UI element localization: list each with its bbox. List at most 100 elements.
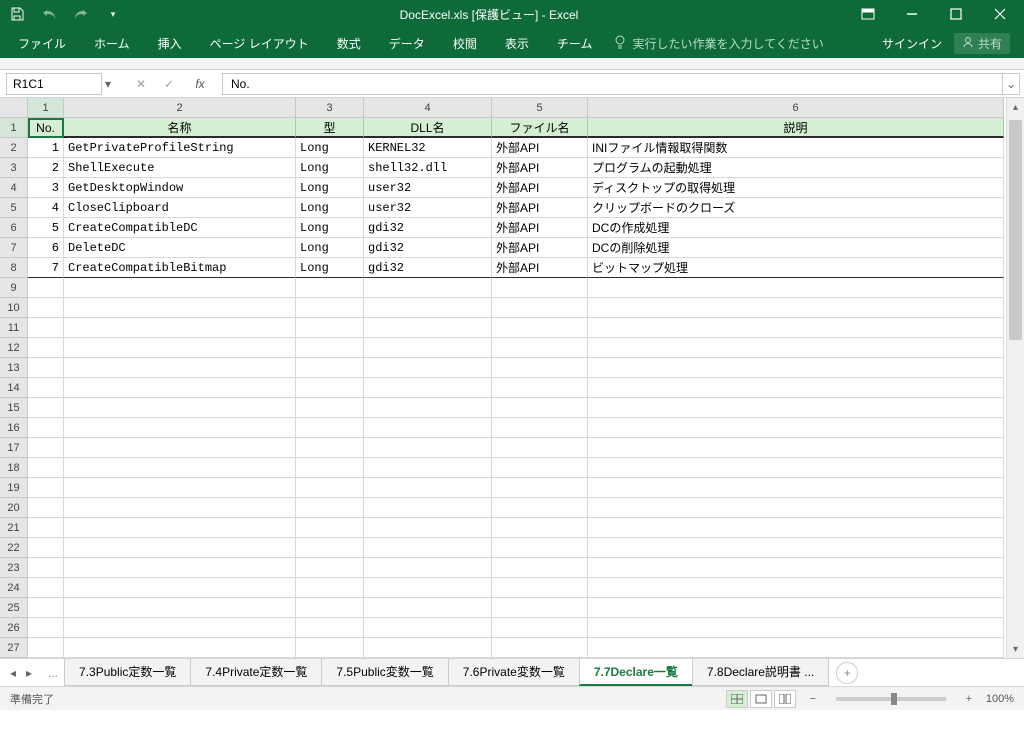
sheet-tab[interactable]: 7.6Private変数一覧 xyxy=(448,659,580,686)
cell[interactable] xyxy=(492,638,588,658)
cell[interactable] xyxy=(492,358,588,378)
cell[interactable]: DLL名 xyxy=(364,118,492,138)
cell[interactable] xyxy=(492,418,588,438)
cell[interactable]: KERNEL32 xyxy=(364,138,492,158)
sheet-nav-prev-icon[interactable]: ◂ xyxy=(6,666,20,680)
cell[interactable] xyxy=(588,538,1004,558)
cell[interactable]: ファイル名 xyxy=(492,118,588,138)
cell[interactable] xyxy=(64,378,296,398)
cell[interactable] xyxy=(364,358,492,378)
cell[interactable]: 4 xyxy=(28,198,64,218)
vertical-scrollbar[interactable]: ▴ ▾ xyxy=(1006,98,1024,658)
cell[interactable] xyxy=(28,338,64,358)
cell[interactable]: INIファイル情報取得関数 xyxy=(588,138,1004,158)
cell[interactable]: Long xyxy=(296,138,364,158)
cell[interactable] xyxy=(364,418,492,438)
cell[interactable]: Long xyxy=(296,218,364,238)
cell[interactable]: CreateCompatibleDC xyxy=(64,218,296,238)
cell[interactable]: 外部API xyxy=(492,178,588,198)
cell[interactable]: 1 xyxy=(28,138,64,158)
cell[interactable] xyxy=(364,478,492,498)
qat-customize-icon[interactable]: ▾ xyxy=(104,5,122,23)
cell[interactable] xyxy=(588,638,1004,658)
cell[interactable]: shell32.dll xyxy=(364,158,492,178)
name-box-dropdown-icon[interactable]: ▾ xyxy=(102,77,114,91)
row-header[interactable]: 4 xyxy=(0,178,28,198)
cell[interactable] xyxy=(588,558,1004,578)
cell[interactable] xyxy=(28,578,64,598)
row-header[interactable]: 5 xyxy=(0,198,28,218)
cell[interactable]: 3 xyxy=(28,178,64,198)
ribbon-tab-数式[interactable]: 数式 xyxy=(323,28,375,58)
cell[interactable] xyxy=(364,558,492,578)
cell[interactable] xyxy=(28,278,64,298)
cell[interactable] xyxy=(588,498,1004,518)
cell[interactable] xyxy=(28,598,64,618)
cell[interactable] xyxy=(588,578,1004,598)
cell[interactable] xyxy=(364,278,492,298)
sheet-overflow-indicator[interactable]: ... xyxy=(42,666,64,680)
add-sheet-button[interactable]: + xyxy=(836,662,858,684)
cell[interactable]: CreateCompatibleBitmap xyxy=(64,258,296,278)
cell[interactable]: 外部API xyxy=(492,218,588,238)
cell[interactable] xyxy=(64,618,296,638)
row-header[interactable]: 6 xyxy=(0,218,28,238)
cell[interactable]: クリップボードのクローズ xyxy=(588,198,1004,218)
cell[interactable]: 外部API xyxy=(492,158,588,178)
cell[interactable]: ビットマップ処理 xyxy=(588,258,1004,278)
cell[interactable]: Long xyxy=(296,258,364,278)
row-header[interactable]: 25 xyxy=(0,598,28,618)
row-header[interactable]: 13 xyxy=(0,358,28,378)
cell[interactable]: 6 xyxy=(28,238,64,258)
cell[interactable] xyxy=(296,618,364,638)
ribbon-tab-挿入[interactable]: 挿入 xyxy=(144,28,196,58)
cell[interactable] xyxy=(492,398,588,418)
cell[interactable]: CloseClipboard xyxy=(64,198,296,218)
cell[interactable] xyxy=(588,278,1004,298)
cell[interactable] xyxy=(28,438,64,458)
zoom-in-button[interactable]: + xyxy=(962,693,976,705)
cell[interactable]: 5 xyxy=(28,218,64,238)
cell[interactable] xyxy=(296,378,364,398)
share-button[interactable]: 共有 xyxy=(954,33,1010,54)
ribbon-tab-ホーム[interactable]: ホーム xyxy=(80,28,144,58)
cell[interactable] xyxy=(64,458,296,478)
cell[interactable] xyxy=(64,638,296,658)
cell[interactable] xyxy=(364,458,492,478)
redo-icon[interactable] xyxy=(72,5,90,23)
row-header[interactable]: 22 xyxy=(0,538,28,558)
cell[interactable] xyxy=(296,418,364,438)
row-header[interactable]: 23 xyxy=(0,558,28,578)
fx-icon[interactable]: fx xyxy=(188,77,212,91)
cell[interactable] xyxy=(492,378,588,398)
row-header[interactable]: 10 xyxy=(0,298,28,318)
scroll-up-icon[interactable]: ▴ xyxy=(1007,98,1024,116)
cell[interactable] xyxy=(588,398,1004,418)
cell[interactable] xyxy=(28,378,64,398)
cell[interactable] xyxy=(64,558,296,578)
cell[interactable] xyxy=(364,598,492,618)
column-header[interactable]: 6 xyxy=(588,98,1004,118)
cancel-formula-icon[interactable]: ✕ xyxy=(132,77,150,91)
cell[interactable] xyxy=(492,498,588,518)
close-button[interactable] xyxy=(980,3,1020,25)
cell[interactable] xyxy=(296,458,364,478)
cell[interactable] xyxy=(364,618,492,638)
formula-input[interactable]: No. xyxy=(222,73,1002,95)
signin-link[interactable]: サインイン xyxy=(882,35,942,52)
ribbon-tab-データ[interactable]: データ xyxy=(375,28,439,58)
cell[interactable] xyxy=(64,498,296,518)
cell[interactable] xyxy=(64,278,296,298)
sheet-tab[interactable]: 7.8Declare説明書 ... xyxy=(692,659,829,686)
formula-expand-icon[interactable]: ⌄ xyxy=(1002,73,1020,95)
cell[interactable] xyxy=(296,318,364,338)
cell[interactable] xyxy=(364,438,492,458)
cell[interactable]: 外部API xyxy=(492,138,588,158)
cell[interactable] xyxy=(296,538,364,558)
cell[interactable]: gdi32 xyxy=(364,238,492,258)
cell[interactable]: No. xyxy=(28,118,64,138)
row-header[interactable]: 27 xyxy=(0,638,28,658)
cell[interactable] xyxy=(492,278,588,298)
cell[interactable] xyxy=(364,498,492,518)
cell[interactable] xyxy=(28,618,64,638)
